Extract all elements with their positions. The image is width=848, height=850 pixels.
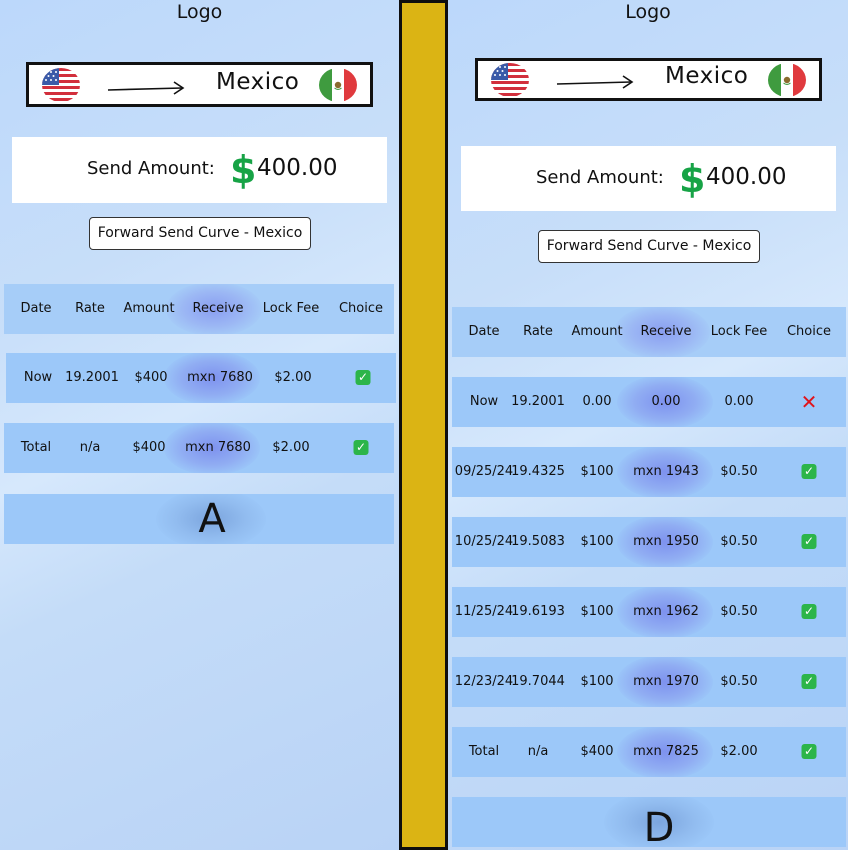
row-lock-fee: $0.50 <box>720 464 758 479</box>
variant-label: A <box>198 496 226 542</box>
choice-cross-icon[interactable]: ✕ <box>801 377 818 427</box>
row-date: Total <box>20 440 52 455</box>
mexico-flag-icon <box>768 63 806 97</box>
forward-send-curve-button[interactable]: Forward Send Curve - Mexico <box>538 230 760 263</box>
row-receive: mxn 7680 <box>187 370 253 385</box>
row-lock-fee: 0.00 <box>724 394 754 409</box>
row-amount: 0.00 <box>582 394 612 409</box>
row-amount: $400 <box>580 744 614 759</box>
arrow-right-icon <box>556 75 634 89</box>
row-date: Now <box>469 394 499 409</box>
usa-flag-icon <box>42 68 80 102</box>
row-date: Now <box>23 370 53 385</box>
choice-check-icon[interactable]: ✓ <box>801 657 817 707</box>
column-header-date: Date <box>468 324 500 339</box>
column-header-rate: Rate <box>523 324 553 339</box>
row-amount: $100 <box>580 464 614 479</box>
send-amount-value[interactable]: 400.00 <box>257 155 337 181</box>
column-header-date: Date <box>20 301 52 316</box>
row-date: 09/25/24 <box>454 464 514 479</box>
variant-label-bar: A <box>4 494 394 544</box>
row-rate: 19.6193 <box>511 604 565 619</box>
forward-send-curve-button[interactable]: Forward Send Curve - Mexico <box>89 217 311 250</box>
row-rate: 19.2001 <box>65 370 119 385</box>
row-lock-fee: $0.50 <box>720 674 758 689</box>
table-row-total: Total n/a $400 mxn 7825 $2.00 ✓ <box>452 727 846 777</box>
table-row[interactable]: 10/25/24 19.5083 $100 mxn 1950 $0.50 ✓ <box>452 517 846 567</box>
arrow-right-icon <box>107 81 185 95</box>
destination-country: Mexico <box>665 63 749 89</box>
row-date: Total <box>468 744 500 759</box>
logo: Logo <box>625 1 671 23</box>
route-selector[interactable]: Mexico <box>26 62 373 107</box>
column-header-rate: Rate <box>75 301 105 316</box>
send-amount-label: Send Amount: <box>536 167 664 188</box>
mexico-flag-icon <box>319 68 357 102</box>
column-header-receive: Receive <box>192 301 244 316</box>
row-date: 12/23/24 <box>454 674 514 689</box>
row-receive: mxn 1950 <box>633 534 699 549</box>
row-amount: $400 <box>132 440 166 455</box>
row-rate: 19.4325 <box>511 464 565 479</box>
row-receive: mxn 7825 <box>633 744 699 759</box>
logo: Logo <box>176 1 223 23</box>
row-lock-fee: $0.50 <box>720 534 758 549</box>
table-row[interactable]: 09/25/24 19.4325 $100 mxn 1943 $0.50 ✓ <box>452 447 846 497</box>
row-lock-fee: $2.00 <box>720 744 758 759</box>
row-receive: mxn 1943 <box>633 464 699 479</box>
column-header-choice: Choice <box>338 301 384 316</box>
row-receive: mxn 1962 <box>633 604 699 619</box>
column-header-amount: Amount <box>123 301 175 316</box>
row-amount: $100 <box>580 674 614 689</box>
table-row[interactable]: Now 19.2001 $400 mxn 7680 $2.00 ✓ <box>6 353 396 403</box>
row-rate: 19.7044 <box>511 674 565 689</box>
row-rate: 19.5083 <box>511 534 565 549</box>
dollar-icon: $ <box>230 148 257 192</box>
variant-label: D <box>643 805 675 847</box>
row-amount: $100 <box>580 534 614 549</box>
column-header-lock-fee: Lock Fee <box>262 301 320 316</box>
row-date: 10/25/24 <box>454 534 514 549</box>
send-amount-label: Send Amount: <box>87 158 215 179</box>
choice-check-icon[interactable]: ✓ <box>355 353 371 403</box>
row-amount: $100 <box>580 604 614 619</box>
route-selector[interactable]: Mexico <box>475 58 822 101</box>
variant-label-bar: D <box>452 797 846 847</box>
table-row[interactable]: 11/25/24 19.6193 $100 mxn 1962 $0.50 ✓ <box>452 587 846 637</box>
send-amount-value[interactable]: 400.00 <box>706 164 786 190</box>
row-lock-fee: $2.00 <box>274 370 312 385</box>
column-header-choice: Choice <box>786 324 832 339</box>
variant-d-panel: Logo Mexico Send Amount: $ 400.00 Forwar… <box>448 0 848 850</box>
send-amount-box: Send Amount: $ 400.00 <box>12 137 387 203</box>
row-rate: n/a <box>527 744 549 759</box>
row-date: 11/25/24 <box>454 604 514 619</box>
row-lock-fee: $0.50 <box>720 604 758 619</box>
choice-check-icon[interactable]: ✓ <box>801 517 817 567</box>
column-header-receive: Receive <box>640 324 692 339</box>
choice-check-icon[interactable]: ✓ <box>801 587 817 637</box>
row-rate: n/a <box>79 440 101 455</box>
variant-a-panel: Logo Mexico Send Amount: $ 400.00 Forwar… <box>0 0 399 850</box>
row-receive: mxn 1970 <box>633 674 699 689</box>
send-amount-box: Send Amount: $ 400.00 <box>461 146 836 211</box>
row-receive: mxn 7680 <box>185 440 251 455</box>
column-header-lock-fee: Lock Fee <box>710 324 768 339</box>
table-row[interactable]: Now 19.2001 0.00 0.00 0.00 ✕ <box>452 377 846 427</box>
dollar-icon: $ <box>679 157 706 201</box>
row-receive: 0.00 <box>651 394 681 409</box>
usa-flag-icon <box>491 63 529 97</box>
destination-country: Mexico <box>216 69 300 95</box>
choice-check-icon[interactable]: ✓ <box>353 423 369 473</box>
table-row-total: Total n/a $400 mxn 7680 $2.00 ✓ <box>4 423 394 473</box>
column-header-amount: Amount <box>571 324 623 339</box>
table-row[interactable]: 12/23/24 19.7044 $100 mxn 1970 $0.50 ✓ <box>452 657 846 707</box>
panel-divider <box>399 0 448 850</box>
choice-check-icon[interactable]: ✓ <box>801 447 817 497</box>
table-header: Date Rate Amount Receive Lock Fee Choice <box>452 307 846 357</box>
choice-check-icon[interactable]: ✓ <box>801 727 817 777</box>
row-lock-fee: $2.00 <box>272 440 310 455</box>
row-rate: 19.2001 <box>511 394 565 409</box>
row-amount: $400 <box>134 370 168 385</box>
table-header: Date Rate Amount Receive Lock Fee Choice <box>4 284 394 334</box>
